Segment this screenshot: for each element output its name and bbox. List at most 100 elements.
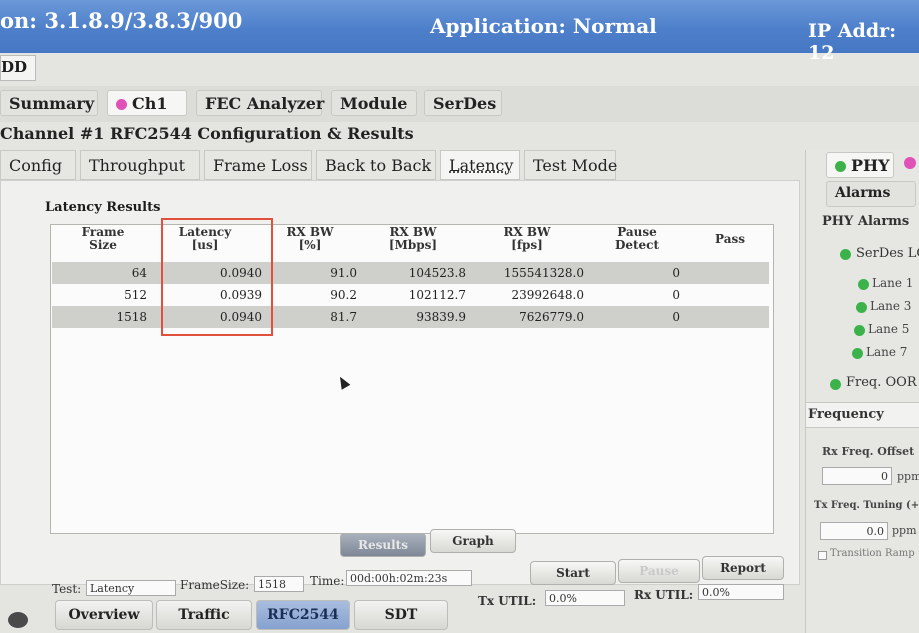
title-banner: on: 3.1.8.9/3.8.3/900 Application: Norma… bbox=[0, 0, 919, 64]
settings-icon[interactable] bbox=[8, 612, 28, 628]
header-rx-bw-mbps: RX BW [Mbps] bbox=[370, 226, 456, 262]
cell-rx-bw-pct: 81.7 bbox=[330, 310, 357, 324]
dd-tab[interactable]: DD bbox=[0, 55, 36, 81]
nav-sdt[interactable]: SDT bbox=[354, 600, 448, 630]
framesize-label: FrameSize: bbox=[180, 578, 250, 592]
tab-config[interactable]: Config bbox=[0, 150, 76, 180]
transition-ramp-checkbox[interactable] bbox=[818, 551, 827, 560]
tab-frame-loss[interactable]: Frame Loss bbox=[204, 150, 312, 180]
header-rx-bw-fps-line2: [fps] bbox=[511, 238, 543, 252]
tab-serdes-label: SerDes bbox=[433, 94, 497, 113]
tab-fec-analyzer[interactable]: FEC Analyzer bbox=[196, 90, 324, 116]
results-view-button[interactable]: Results bbox=[340, 533, 426, 557]
pink-dot-icon bbox=[904, 157, 916, 169]
header-pause-detect-line2: Detect bbox=[614, 238, 660, 252]
lane-status-icon bbox=[856, 302, 867, 313]
tab-throughput[interactable]: Throughput bbox=[80, 150, 200, 180]
lane-5-label: Lane 5 bbox=[868, 322, 910, 336]
tab-test-mode[interactable]: Test Mode bbox=[524, 150, 617, 180]
tab-alarms-label: Alarms bbox=[835, 185, 891, 201]
channel-title: Channel #1 RFC2544 Configuration & Resul… bbox=[0, 124, 414, 143]
rx-freq-offset-field[interactable]: 0 bbox=[822, 467, 892, 485]
header-pause-detect: Pause Detect bbox=[596, 226, 678, 262]
tab-summary-label: Summary bbox=[9, 94, 95, 113]
tab-serdes[interactable]: SerDes bbox=[424, 90, 502, 116]
tab-summary[interactable]: Summary bbox=[0, 90, 98, 116]
framesize-value: 1518 bbox=[254, 576, 304, 592]
ip-address: IP Addr: 12 bbox=[808, 20, 897, 64]
cell-frame-size: 1518 bbox=[116, 310, 147, 324]
tab-latency-label: Latency bbox=[449, 156, 514, 175]
cell-pause-detect: 0 bbox=[672, 266, 680, 280]
tab-module[interactable]: Module bbox=[331, 90, 417, 116]
header-rx-bw-pct: RX BW [%] bbox=[275, 226, 345, 262]
tab-back-to-back[interactable]: Back to Back bbox=[316, 150, 436, 180]
frequency-title: Frequency bbox=[808, 407, 884, 422]
cell-pause-detect: 0 bbox=[672, 288, 680, 302]
pause-button[interactable]: Pause bbox=[618, 559, 700, 583]
time-value: 00d:00h:02m:23s bbox=[346, 570, 472, 586]
time-label: Time: bbox=[310, 574, 345, 588]
rx-util-label: Rx UTIL: bbox=[634, 588, 694, 602]
lane-status-icon bbox=[854, 325, 865, 336]
header-pass: Pass bbox=[690, 226, 770, 262]
transition-ramp-label: Transition Ramp bbox=[830, 548, 915, 559]
cell-rx-bw-pct: 90.2 bbox=[330, 288, 357, 302]
header-rx-bw-mbps-line2: [Mbps] bbox=[388, 238, 438, 252]
lane-status-icon bbox=[858, 279, 869, 290]
cell-rx-bw-pct: 91.0 bbox=[330, 266, 357, 280]
cell-rx-bw-mbps: 93839.9 bbox=[416, 310, 466, 324]
rx-freq-unit: ppm bbox=[897, 470, 919, 483]
test-label: Test: bbox=[52, 582, 82, 596]
cell-pause-detect: 0 bbox=[672, 310, 680, 324]
tab-back-to-back-label: Back to Back bbox=[325, 156, 432, 175]
nav-overview[interactable]: Overview bbox=[55, 600, 153, 630]
rx-util-value: 0.0% bbox=[698, 584, 784, 600]
tx-freq-unit: ppm bbox=[892, 524, 917, 537]
tx-util-label: Tx UTIL: bbox=[478, 594, 537, 608]
cell-rx-bw-mbps: 102112.7 bbox=[408, 288, 466, 302]
test-value: Latency bbox=[86, 580, 176, 596]
tab-ch1-label: Ch1 bbox=[132, 94, 168, 113]
nav-rfc2544[interactable]: RFC2544 bbox=[256, 600, 350, 630]
graph-view-button[interactable]: Graph bbox=[430, 529, 516, 553]
report-button[interactable]: Report bbox=[702, 556, 784, 580]
tx-freq-tuning-field[interactable]: 0.0 bbox=[820, 522, 888, 540]
table-row[interactable]: 512 0.0939 90.2 102112.7 23992648.0 0 bbox=[52, 284, 769, 306]
green-dot-icon bbox=[835, 161, 846, 172]
tab-ch1[interactable]: Ch1 bbox=[107, 90, 187, 116]
pink-dot-icon bbox=[116, 99, 127, 110]
results-title: Latency Results bbox=[45, 200, 161, 215]
lane-status-icon bbox=[852, 348, 863, 359]
firmware-version: on: 3.1.8.9/3.8.3/900 bbox=[0, 8, 243, 33]
tab-phy[interactable]: PHY bbox=[826, 152, 894, 178]
phy-alarms-title: PHY Alarms bbox=[822, 214, 910, 229]
cell-rx-bw-fps: 155541328.0 bbox=[503, 266, 584, 280]
serdes-status-icon bbox=[840, 249, 851, 260]
cell-frame-size: 64 bbox=[131, 266, 147, 280]
serdes-lock-label: SerDes LO bbox=[856, 246, 919, 261]
cell-rx-bw-fps: 7626779.0 bbox=[519, 310, 584, 324]
header-rx-bw-fps: RX BW [fps] bbox=[484, 226, 570, 262]
table-row[interactable]: 1518 0.0940 81.7 93839.9 7626779.0 0 bbox=[52, 306, 769, 328]
freq-oor-label: Freq. OOR ( bbox=[846, 375, 919, 390]
header-frame-size: Frame Size bbox=[58, 226, 148, 262]
tab-throughput-label: Throughput bbox=[89, 156, 186, 175]
table-row[interactable]: 64 0.0940 91.0 104523.8 155541328.0 0 bbox=[52, 262, 769, 284]
header-frame-size-line2: Size bbox=[89, 238, 117, 252]
rx-freq-offset-label: Rx Freq. Offset bbox=[822, 445, 915, 458]
tab-latency[interactable]: Latency bbox=[440, 150, 520, 180]
lane-3-label: Lane 3 bbox=[870, 299, 912, 313]
tab-module-label: Module bbox=[340, 94, 408, 113]
lane-1-label: Lane 1 bbox=[872, 276, 914, 290]
tab-config-label: Config bbox=[9, 156, 63, 175]
start-button[interactable]: Start bbox=[530, 561, 616, 585]
application-status: Application: Normal bbox=[430, 14, 657, 38]
nav-traffic[interactable]: Traffic bbox=[156, 600, 252, 630]
tab-frame-loss-label: Frame Loss bbox=[213, 156, 308, 175]
header-pass-line1: Pass bbox=[715, 232, 745, 246]
cell-rx-bw-mbps: 104523.8 bbox=[408, 266, 466, 280]
tab-alarms[interactable]: Alarms bbox=[826, 181, 916, 207]
tab-phy-label: PHY bbox=[851, 156, 890, 175]
tx-util-value: 0.0% bbox=[545, 590, 625, 606]
